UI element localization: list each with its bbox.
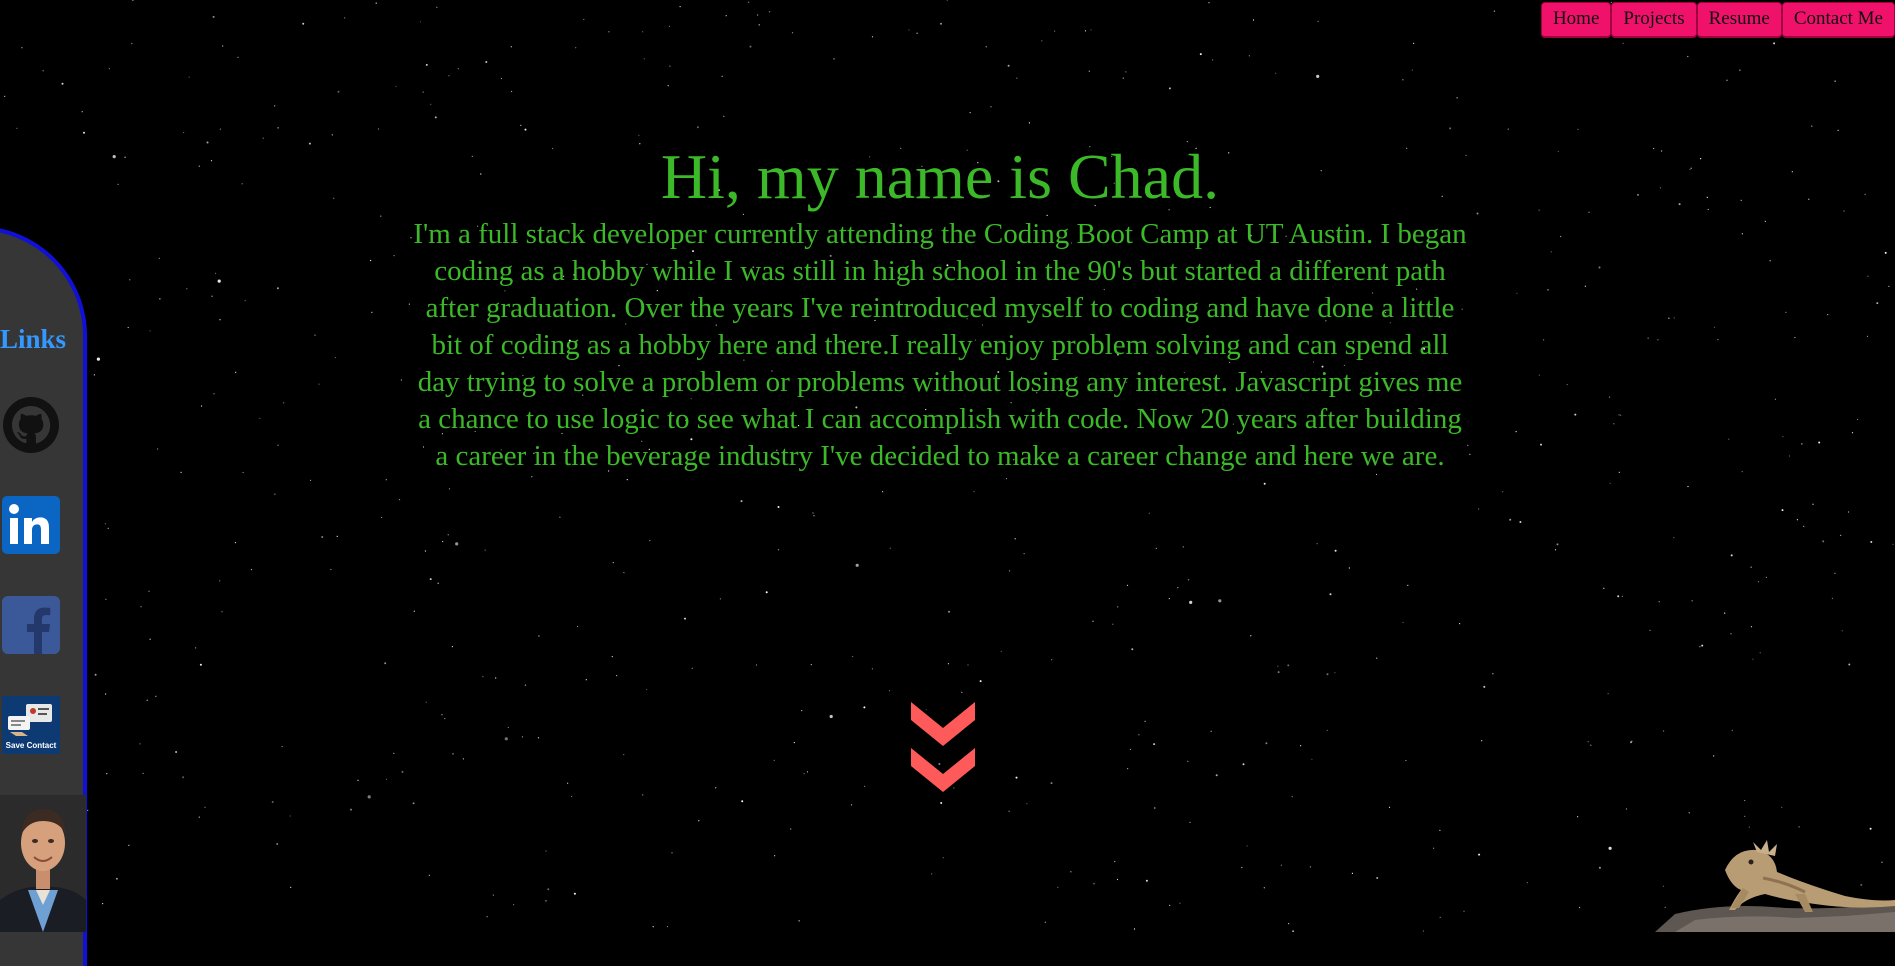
horned-lizard-image bbox=[1645, 822, 1895, 932]
nav-home-button[interactable]: Home bbox=[1541, 2, 1611, 38]
hero-section: Hi, my name is Chad. I'm a full stack de… bbox=[410, 138, 1470, 475]
top-nav: Home Projects Resume Contact Me bbox=[1541, 2, 1895, 38]
nav-contact-button[interactable]: Contact Me bbox=[1782, 2, 1895, 38]
save-contact-icon[interactable]: Save Contact bbox=[2, 696, 60, 754]
hero-heading: Hi, my name is Chad. bbox=[410, 138, 1470, 216]
linkedin-icon[interactable] bbox=[2, 496, 60, 554]
github-icon[interactable] bbox=[2, 396, 60, 454]
avatar bbox=[0, 795, 86, 932]
facebook-icon[interactable] bbox=[2, 596, 60, 654]
nav-resume-button[interactable]: Resume bbox=[1697, 2, 1782, 38]
scroll-down-chevrons-icon[interactable] bbox=[911, 700, 975, 796]
hero-bio: I'm a full stack developer currently att… bbox=[410, 216, 1470, 475]
save-contact-label: Save Contact bbox=[6, 741, 57, 750]
links-title: Links bbox=[0, 324, 66, 355]
nav-projects-button[interactable]: Projects bbox=[1611, 2, 1696, 38]
